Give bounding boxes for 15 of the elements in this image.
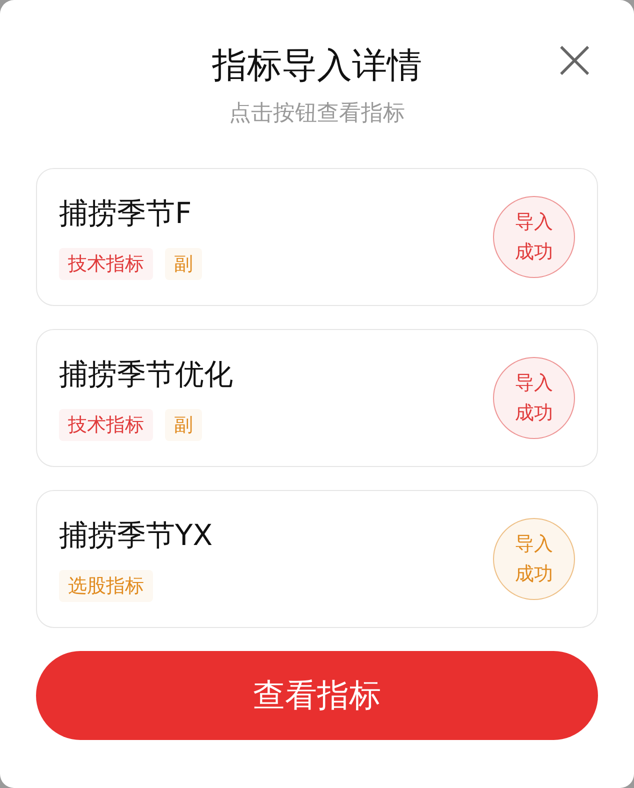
dialog-subtitle: 点击按钮查看指标 [228, 100, 406, 128]
dialog-title: 指标导入详情 [212, 45, 422, 88]
indicator-tag: 副 [165, 409, 202, 441]
import-success-stamp: 导入 成功 [493, 196, 575, 278]
indicator-tag: 技术指标 [59, 248, 153, 280]
view-indicators-button[interactable]: 查看指标 [36, 651, 598, 740]
indicator-tag: 技术指标 [59, 409, 153, 441]
close-button[interactable]: × [551, 32, 598, 88]
import-success-stamp: 导入 成功 [493, 357, 575, 439]
indicator-tag: 副 [165, 248, 202, 280]
indicator-name: 捕捞季节YX [59, 517, 213, 554]
indicator-name: 捕捞季节F [59, 195, 193, 232]
import-success-stamp: 导入 成功 [493, 518, 575, 600]
indicator-name: 捕捞季节优化 [59, 356, 233, 393]
indicator-tag: 选股指标 [59, 570, 153, 602]
